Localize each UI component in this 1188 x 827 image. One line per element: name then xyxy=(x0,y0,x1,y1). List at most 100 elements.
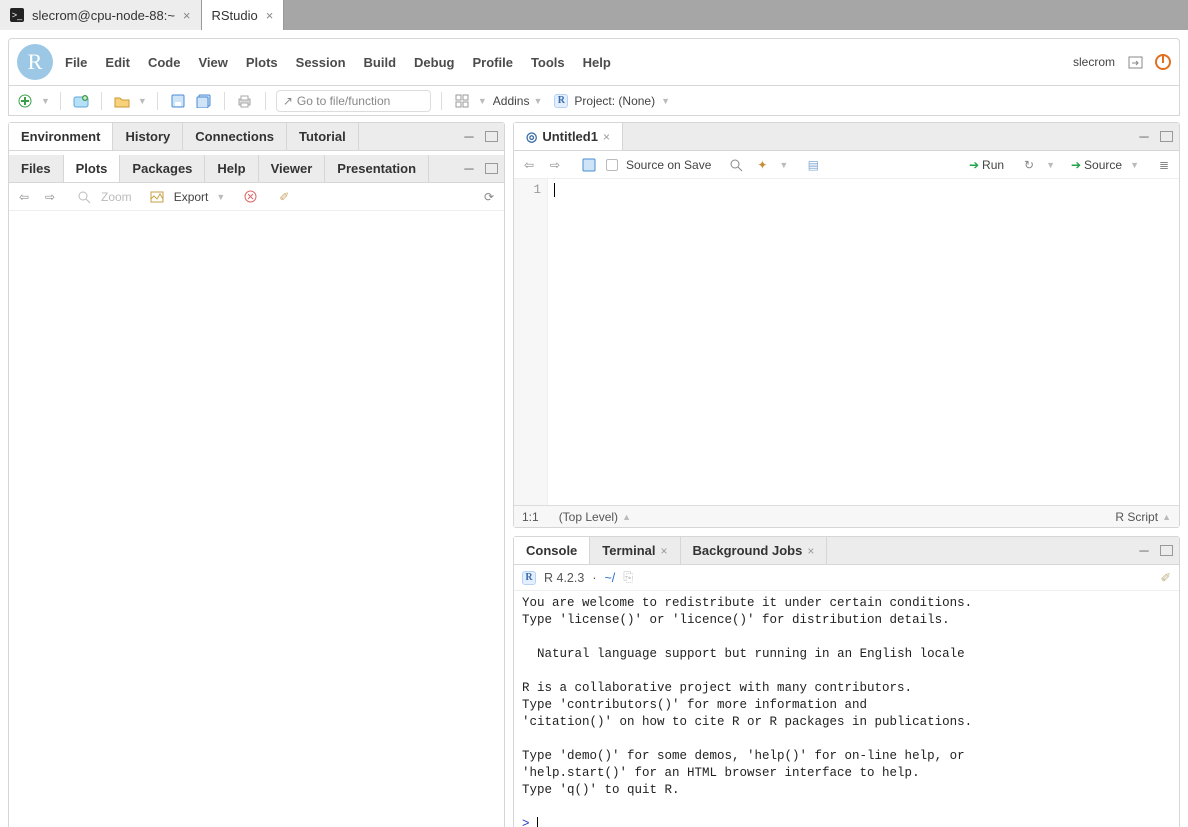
editor[interactable]: 1 xyxy=(514,179,1179,505)
global-toolbar: ▼ ▼ ↗ Go to file/func xyxy=(8,86,1180,116)
chevron-down-icon[interactable]: ▼ xyxy=(41,96,50,106)
chevron-down-icon[interactable]: ▼ xyxy=(779,160,788,170)
source-on-save-label: Source on Save xyxy=(626,158,711,172)
goto-file-input[interactable]: ↗ Go to file/function xyxy=(276,90,431,112)
tab-tutorial[interactable]: Tutorial xyxy=(287,123,359,150)
new-project-icon[interactable] xyxy=(71,91,91,111)
find-icon[interactable] xyxy=(727,156,745,174)
zoom-label[interactable]: Zoom xyxy=(101,190,132,204)
chevron-down-icon[interactable]: ▼ xyxy=(216,192,225,202)
tab-connections[interactable]: Connections xyxy=(183,123,287,150)
clear-plots-icon[interactable]: ✐ xyxy=(275,188,293,206)
rstudio-logo: R xyxy=(17,44,53,80)
close-icon[interactable]: × xyxy=(266,8,274,23)
outline-icon[interactable]: ≣ xyxy=(1155,156,1173,174)
menu-code[interactable]: Code xyxy=(148,55,181,70)
close-icon[interactable]: × xyxy=(661,544,668,558)
remove-plot-icon[interactable] xyxy=(241,188,259,206)
zoom-icon[interactable] xyxy=(75,188,93,206)
minimize-icon[interactable]: ─ xyxy=(459,159,479,179)
chevron-down-icon: ▼ xyxy=(661,96,670,106)
minimize-icon[interactable]: ─ xyxy=(459,127,479,147)
working-dir[interactable]: ~/ xyxy=(604,571,615,585)
clear-console-icon[interactable]: ✐ xyxy=(1161,570,1171,585)
open-file-icon[interactable] xyxy=(112,91,132,111)
menu-view[interactable]: View xyxy=(198,55,227,70)
maximize-icon[interactable] xyxy=(1160,131,1173,142)
menu-session[interactable]: Session xyxy=(296,55,346,70)
tab-help[interactable]: Help xyxy=(205,155,258,182)
chevron-down-icon[interactable]: ▼ xyxy=(1046,160,1055,170)
menu-profile[interactable]: Profile xyxy=(472,55,512,70)
menu-plots[interactable]: Plots xyxy=(246,55,278,70)
save-icon[interactable] xyxy=(580,156,598,174)
chevron-down-icon[interactable]: ▼ xyxy=(478,96,487,106)
menu-help[interactable]: Help xyxy=(583,55,611,70)
minimize-icon[interactable]: ─ xyxy=(1134,541,1154,561)
window-tabstrip: >_ slecrom@cpu-node-88:~ × RStudio × xyxy=(0,0,1188,30)
maximize-icon[interactable] xyxy=(485,163,498,174)
minimize-icon[interactable]: ─ xyxy=(1134,127,1154,147)
tab-packages[interactable]: Packages xyxy=(120,155,205,182)
new-window-icon[interactable] xyxy=(1125,52,1145,72)
new-file-icon[interactable] xyxy=(15,91,35,111)
source-tab-untitled1[interactable]: ◎ Untitled1 × xyxy=(514,123,623,150)
tab-presentation[interactable]: Presentation xyxy=(325,155,429,182)
tab-background-jobs[interactable]: Background Jobs× xyxy=(681,537,828,564)
chevron-down-icon[interactable]: ▼ xyxy=(138,96,147,106)
main-menu: File Edit Code View Plots Session Build … xyxy=(65,55,611,70)
menu-debug[interactable]: Debug xyxy=(414,55,454,70)
wand-icon[interactable]: ✦ xyxy=(753,156,771,174)
chevron-down-icon: ▼ xyxy=(533,96,542,106)
tab-environment[interactable]: Environment xyxy=(9,123,113,150)
source-pane: ◎ Untitled1 × ─ ⇦ ⇨ xyxy=(513,122,1180,528)
export-label[interactable]: Export xyxy=(174,190,209,204)
run-button[interactable]: ➔ Run xyxy=(969,158,1004,172)
terminal-icon: >_ xyxy=(10,8,24,22)
scope-label[interactable]: (Top Level) xyxy=(559,510,618,524)
save-all-icon[interactable] xyxy=(194,91,214,111)
console-prompt: > xyxy=(522,817,530,827)
console-header: R R 4.2.3 · ~/ ⎘ ✐ xyxy=(514,565,1179,591)
save-icon[interactable] xyxy=(168,91,188,111)
maximize-icon[interactable] xyxy=(485,131,498,142)
language-mode[interactable]: R Script xyxy=(1115,510,1158,524)
goto-placeholder: Go to file/function xyxy=(297,94,390,108)
back-icon[interactable]: ⇦ xyxy=(520,156,538,174)
close-icon[interactable]: × xyxy=(807,544,814,558)
menu-tools[interactable]: Tools xyxy=(531,55,565,70)
source-arrow-icon: ➔ xyxy=(1071,158,1081,172)
close-icon[interactable]: × xyxy=(603,130,610,144)
maximize-icon[interactable] xyxy=(1160,545,1173,556)
menu-file[interactable]: File xyxy=(65,55,87,70)
close-icon[interactable]: × xyxy=(183,8,191,23)
addins-menu[interactable]: Addins ▼ xyxy=(493,94,543,108)
notebook-icon[interactable]: ▤ xyxy=(804,156,822,174)
source-button[interactable]: ➔ Source xyxy=(1071,158,1122,172)
tab-plots[interactable]: Plots xyxy=(64,155,121,182)
r-version: R 4.2.3 xyxy=(544,571,584,585)
os-tab-terminal[interactable]: >_ slecrom@cpu-node-88:~ × xyxy=(0,0,202,30)
refresh-icon[interactable]: ⟳ xyxy=(480,188,498,206)
rerun-icon[interactable]: ↻ xyxy=(1020,156,1038,174)
grid-icon[interactable] xyxy=(452,91,472,111)
tab-viewer[interactable]: Viewer xyxy=(259,155,326,182)
quit-session-icon[interactable] xyxy=(1155,54,1171,70)
tab-history[interactable]: History xyxy=(113,123,183,150)
source-on-save-checkbox[interactable] xyxy=(606,159,618,171)
wd-popout-icon[interactable]: ⎘ xyxy=(623,570,633,585)
forward-icon[interactable]: ⇨ xyxy=(546,156,564,174)
plot-next-icon[interactable]: ⇨ xyxy=(41,188,59,206)
chevron-down-icon[interactable]: ▼ xyxy=(1130,160,1139,170)
project-menu[interactable]: R Project: (None) ▼ xyxy=(554,94,670,108)
tab-console[interactable]: Console xyxy=(514,537,590,564)
os-tab-rstudio[interactable]: RStudio × xyxy=(202,0,285,30)
menu-edit[interactable]: Edit xyxy=(105,55,130,70)
console-output[interactable]: You are welcome to redistribute it under… xyxy=(514,591,1179,827)
menu-build[interactable]: Build xyxy=(364,55,397,70)
print-icon[interactable] xyxy=(235,91,255,111)
tab-terminal[interactable]: Terminal× xyxy=(590,537,680,564)
export-icon[interactable] xyxy=(148,188,166,206)
tab-files[interactable]: Files xyxy=(9,155,64,182)
plot-prev-icon[interactable]: ⇦ xyxy=(15,188,33,206)
